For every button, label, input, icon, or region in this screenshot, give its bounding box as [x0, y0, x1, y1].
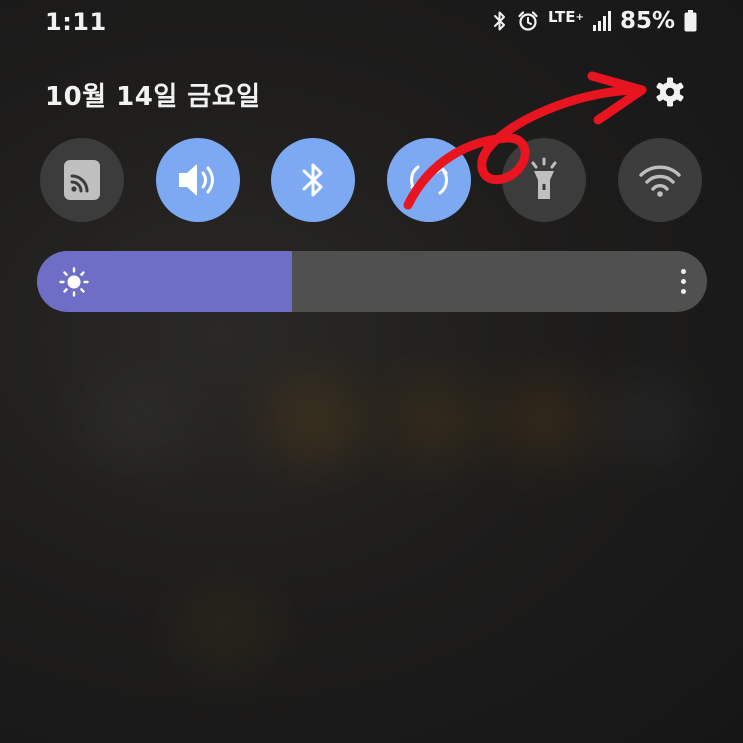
status-bar: 1:11 LTE + 85% — [0, 0, 743, 44]
flashlight-icon — [531, 157, 557, 199]
tile-auto-rotate[interactable] — [387, 138, 471, 222]
auto-rotate-icon — [410, 165, 448, 195]
lte-icon: LTE + — [548, 8, 584, 26]
brightness-slider[interactable] — [37, 251, 707, 312]
clock: 1:11 — [45, 8, 107, 36]
network-type-plus: + — [575, 11, 584, 23]
tile-flashlight[interactable] — [502, 138, 586, 222]
gear-icon — [656, 77, 684, 107]
sun-icon — [59, 267, 89, 301]
signal-icon — [592, 11, 611, 31]
date-label: 10월 14일 금요일 — [45, 82, 261, 112]
more-vertical-icon[interactable] — [673, 265, 693, 298]
battery-icon — [684, 10, 697, 32]
alarm-icon — [517, 10, 539, 32]
quick-settings-tiles — [40, 138, 702, 222]
tile-bluetooth[interactable] — [271, 138, 355, 222]
status-icons: LTE + 85% — [492, 6, 697, 36]
bluetooth-icon — [492, 10, 508, 32]
sound-icon — [179, 164, 214, 196]
bluetooth-icon — [302, 163, 323, 197]
network-type: LTE — [547, 8, 576, 26]
tile-cast[interactable] — [40, 138, 124, 222]
cast-icon — [64, 160, 100, 200]
settings-button[interactable] — [652, 74, 688, 110]
wifi-icon — [639, 165, 681, 197]
battery-percent: 85% — [619, 8, 675, 34]
tile-wifi[interactable] — [618, 138, 702, 222]
tile-sound[interactable] — [156, 138, 240, 222]
